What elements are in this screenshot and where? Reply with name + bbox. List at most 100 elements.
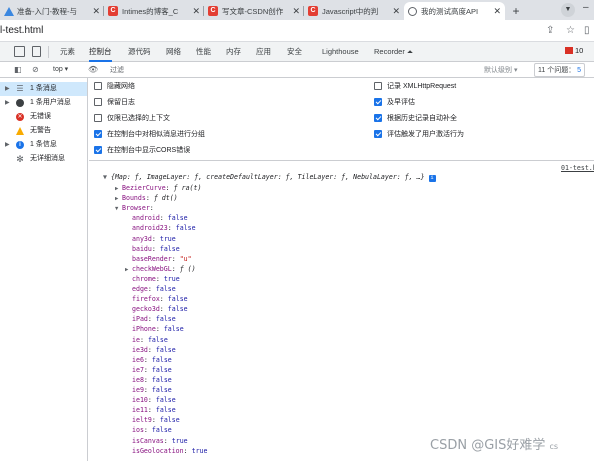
new-tab-button[interactable]: + [509, 4, 523, 18]
clear-console-icon[interactable]: ⊘ [32, 65, 39, 74]
setting-show-cors-errors[interactable]: 在控制台中显示CORS错误 [94, 144, 190, 156]
setting-log-xhr[interactable]: 记录 XMLHttpRequest [374, 80, 456, 92]
tree-row: isCanvas: true [132, 436, 188, 445]
filter-input[interactable]: 过滤 [110, 65, 124, 75]
checkbox[interactable] [94, 82, 102, 90]
browser-tab[interactable]: C Intimes的博客_C ✕ [104, 2, 204, 20]
checkbox-checked[interactable] [374, 114, 382, 122]
checkbox-checked[interactable] [374, 130, 382, 138]
checkbox[interactable] [374, 82, 382, 90]
object-summary[interactable]: ▼ {Map: ƒ, ImageLayer: ƒ, createDefaultL… [103, 173, 436, 182]
source-link[interactable]: 01-test.h [561, 164, 594, 172]
info-badge-icon[interactable]: i [428, 175, 436, 182]
checkbox-checked[interactable] [94, 146, 102, 154]
browser-tab-active[interactable]: 我的测试高度API ✕ [404, 2, 505, 20]
property-value: false [147, 335, 168, 344]
setting-eager-evaluation[interactable]: 及早评估 [374, 96, 415, 108]
tab-lighthouse[interactable]: Lighthouse [322, 42, 359, 62]
tab-sources[interactable]: 源代码 [128, 42, 151, 62]
setting-selected-context-only[interactable]: 仅限已选择的上下文 [94, 112, 170, 124]
tab-elements[interactable]: 元素 [60, 42, 75, 62]
expand-arrow-icon[interactable]: ▶ [5, 138, 10, 152]
property-key: chrome [132, 274, 156, 283]
tab-console[interactable]: 控制台 [89, 42, 112, 62]
close-icon[interactable]: ✕ [490, 6, 501, 17]
sidebar-item-errors[interactable]: ✕ 无错误 [0, 110, 51, 124]
live-expression-eye-icon[interactable]: 👁 [88, 65, 98, 74]
close-icon[interactable]: ✕ [89, 6, 100, 17]
context-selector[interactable]: top ▾ [53, 65, 68, 73]
expand-caret-icon[interactable]: ▼ [115, 204, 122, 214]
tree-row[interactable]: ▼ Browser: [115, 203, 158, 213]
tab-network[interactable]: 网络 [166, 42, 181, 62]
property-value: ƒ () [179, 264, 196, 273]
property-value: false [151, 375, 172, 384]
setting-autocomplete-history[interactable]: 根据历史记录自动补全 [374, 112, 457, 124]
sidebar-toggle-icon[interactable]: ◧ [14, 65, 22, 74]
property-key: ios [132, 426, 144, 435]
triangle-icon [4, 6, 14, 16]
tab-memory[interactable]: 内存 [226, 42, 241, 62]
property-key: android [132, 214, 160, 223]
tab-performance[interactable]: 性能 [196, 42, 211, 62]
property-key: firefox [132, 295, 160, 304]
share-icon[interactable]: ⇪ [546, 25, 554, 36]
log-levels-dropdown[interactable]: 默认级别 ▾ [484, 65, 517, 75]
property-key: iPhone [132, 325, 156, 334]
sidebar-item-user-messages[interactable]: ▶ 1 条用户消息 [0, 96, 71, 110]
property-key: ie [132, 335, 140, 344]
sidebar-item-verbose[interactable]: ✻ 无详细消息 [0, 152, 65, 166]
tree-row[interactable]: ▶ checkWebGL: ƒ () [125, 264, 196, 274]
tree-row: any3d: true [132, 234, 176, 243]
setting-hide-network[interactable]: 隐藏网络 [94, 80, 135, 92]
property-key: iPad [132, 315, 148, 324]
expand-arrow-icon[interactable]: ▶ [5, 82, 10, 96]
property-value: false [167, 295, 188, 304]
property-key: ie10 [132, 396, 148, 405]
csdn-icon: C [308, 6, 318, 16]
tab-security[interactable]: 安全 [287, 42, 302, 62]
tree-row: ie10: false [132, 396, 176, 405]
bookmark-star-icon[interactable]: ☆ [566, 25, 575, 36]
property-key: any3d [132, 234, 152, 243]
tab-application[interactable]: 应用 [256, 42, 271, 62]
tab-search-chevron-icon[interactable]: ▼ [561, 3, 575, 17]
error-count-badge[interactable]: 10 [565, 46, 583, 55]
url-text[interactable]: l-test.html [0, 25, 43, 36]
checkbox-checked[interactable] [374, 98, 382, 106]
property-key: isCanvas [132, 436, 164, 445]
sidebar-item-info[interactable]: ▶ i 1 条信息 [0, 138, 57, 152]
setting-user-activation[interactable]: 评估触发了用户激活行为 [374, 128, 464, 140]
checkbox[interactable] [94, 114, 102, 122]
browser-tab[interactable]: C Javascript中的判 ✕ [304, 2, 404, 20]
close-icon[interactable]: ✕ [189, 6, 200, 17]
browser-tab[interactable]: C 写文章-CSDN创作 ✕ [204, 2, 304, 20]
expand-arrow-icon[interactable]: ▶ [5, 96, 10, 110]
extension-icon[interactable]: ▯ [584, 25, 590, 36]
warning-icon [16, 127, 24, 135]
property-value: false [159, 416, 180, 425]
tree-row[interactable]: ▶ Bounds: ƒ dt() [115, 193, 178, 203]
minimize-icon[interactable]: – [583, 2, 589, 13]
sidebar-item-warnings[interactable]: 无警告 [0, 124, 51, 138]
property-key: ie7 [132, 365, 144, 374]
checkbox-checked[interactable] [94, 130, 102, 138]
setting-preserve-log[interactable]: 保留日志 [94, 96, 135, 108]
property-key: isGeolocation [132, 446, 184, 455]
console-settings-panel: 隐藏网络 保留日志 仅限已选择的上下文 在控制台中对相似消息进行分组 在控制台中… [89, 78, 594, 161]
close-icon[interactable]: ✕ [289, 6, 300, 17]
tree-row[interactable]: ▶ BezierCurve: ƒ ra(t) [115, 183, 201, 193]
issues-button[interactable]: 11 个问题： 5 [534, 63, 586, 77]
checkbox[interactable] [94, 98, 102, 106]
browser-tab[interactable]: 准备-入门-教程-与 ✕ [0, 2, 104, 20]
setting-group-similar[interactable]: 在控制台中对相似消息进行分组 [94, 128, 205, 140]
close-icon[interactable]: ✕ [389, 6, 400, 17]
property-key: android23 [132, 224, 168, 233]
device-toolbar-icon[interactable] [32, 46, 41, 57]
sidebar-item-messages[interactable]: ▶ ☰ 1 条消息 [0, 82, 87, 96]
property-value: false [151, 365, 172, 374]
inspect-element-icon[interactable] [14, 46, 25, 57]
tab-recorder[interactable]: Recorder ⏶ [374, 42, 413, 62]
expand-caret-icon[interactable]: ▼ [103, 173, 107, 181]
property-value: false [155, 396, 176, 405]
